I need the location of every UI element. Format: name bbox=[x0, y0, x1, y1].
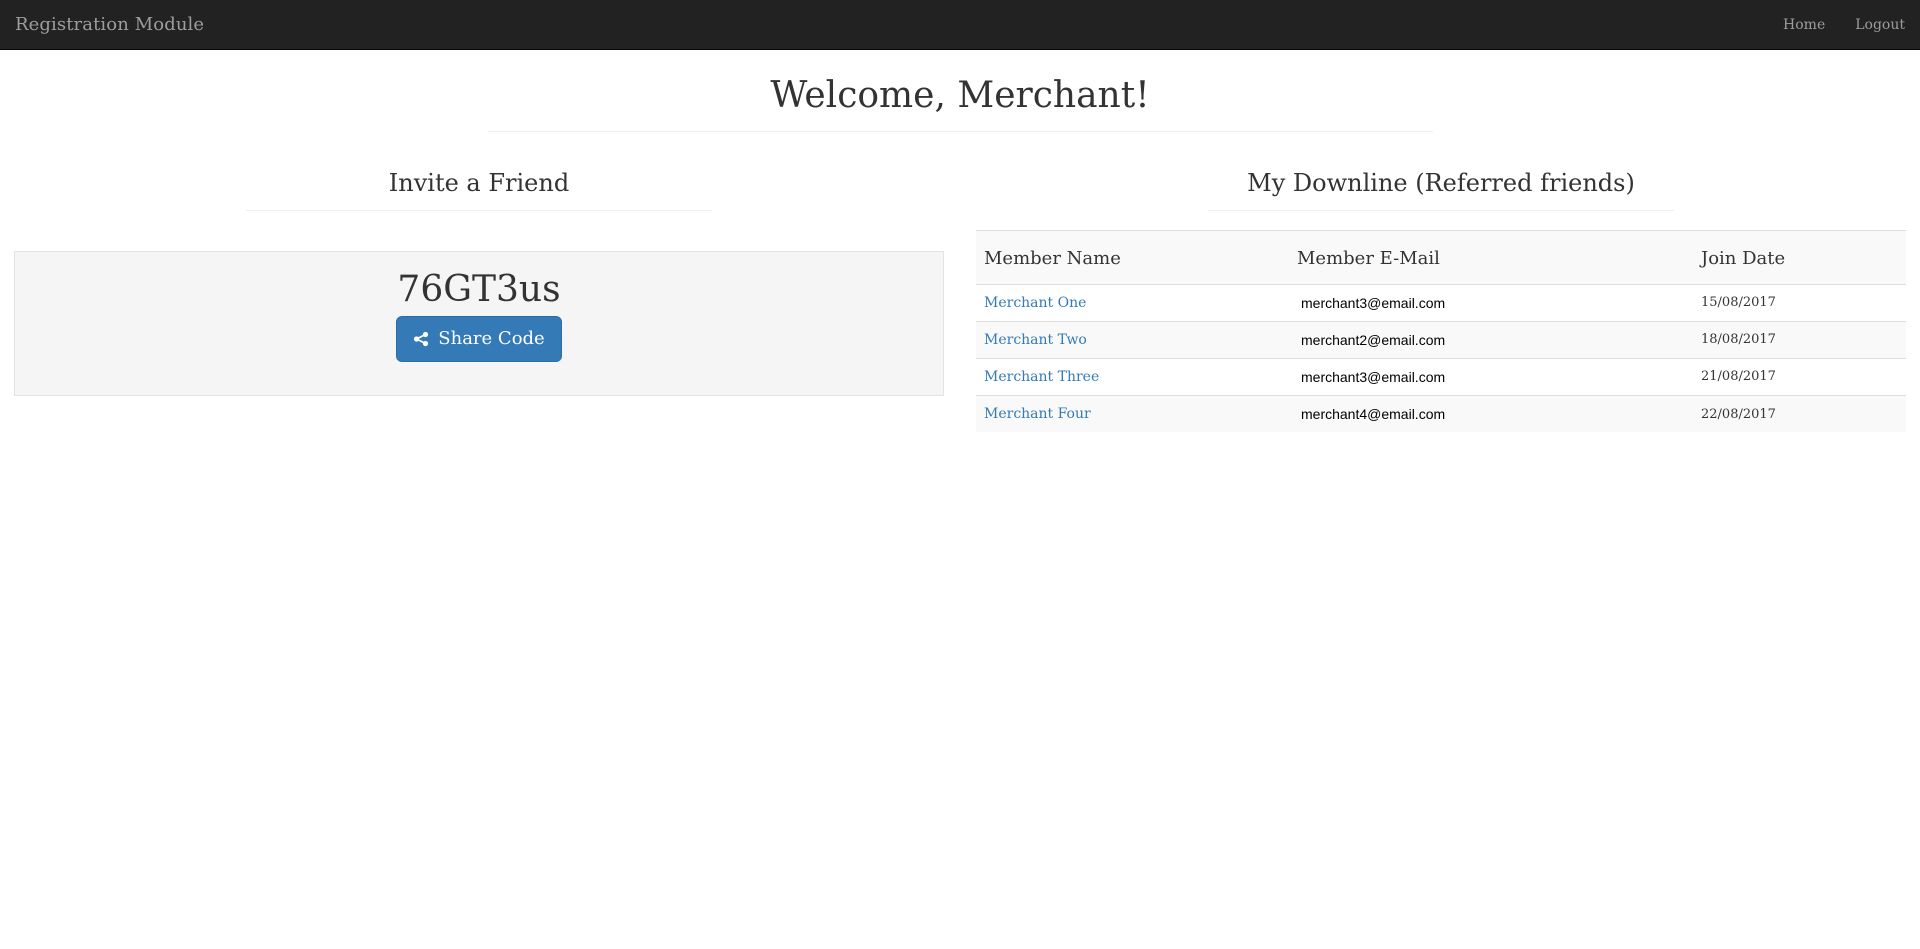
share-code-label: Share Code bbox=[438, 328, 545, 350]
member-email-cell: merchant2@email.com bbox=[1289, 320, 1693, 359]
column-header-join-date: Join Date bbox=[1693, 229, 1906, 285]
column-header-member-name: Member Name bbox=[976, 229, 1289, 285]
invite-code-panel: 76GT3us Share Code bbox=[14, 250, 944, 396]
content-row: Invite a Friend 76GT3us Share Code My Do… bbox=[0, 168, 1920, 433]
member-name-link[interactable]: Merchant Four bbox=[984, 406, 1091, 422]
top-navbar: Registration Module Home Logout bbox=[0, 0, 1920, 50]
nav-home-link[interactable]: Home bbox=[1768, 0, 1840, 49]
member-name-cell: Merchant One bbox=[976, 284, 1289, 322]
referral-code: 76GT3us bbox=[397, 268, 561, 310]
downline-title: My Downline (Referred friends) bbox=[1247, 168, 1635, 197]
column-header-member-email: Member E-Mail bbox=[1289, 229, 1693, 285]
member-name-link[interactable]: Merchant One bbox=[984, 295, 1086, 311]
downline-header-wrap: My Downline (Referred friends) bbox=[976, 168, 1906, 211]
nav-logout-link[interactable]: Logout bbox=[1840, 0, 1905, 49]
join-date-cell: 21/08/2017 bbox=[1693, 357, 1906, 396]
share-icon bbox=[413, 331, 429, 347]
member-email-cell: merchant3@email.com bbox=[1289, 357, 1693, 396]
table-header-row: Member Name Member E-Mail Join Date bbox=[976, 229, 1906, 285]
downline-column: My Downline (Referred friends) Member Na… bbox=[976, 168, 1906, 433]
join-date-cell: 22/08/2017 bbox=[1693, 394, 1906, 433]
table-row: Merchant Four merchant4@email.com 22/08/… bbox=[976, 394, 1906, 433]
page-title: Welcome, Merchant! bbox=[770, 75, 1150, 116]
downline-header: My Downline (Referred friends) bbox=[1208, 168, 1674, 211]
member-name-cell: Merchant Two bbox=[976, 320, 1289, 359]
join-date-cell: 18/08/2017 bbox=[1693, 320, 1906, 359]
invite-column: Invite a Friend 76GT3us Share Code bbox=[14, 168, 944, 433]
member-name-cell: Merchant Three bbox=[976, 357, 1289, 396]
table-row: Merchant Two merchant2@email.com 18/08/2… bbox=[976, 320, 1906, 359]
table-row: Merchant Three merchant3@email.com 21/08… bbox=[976, 357, 1906, 396]
page-header: Welcome, Merchant! bbox=[487, 50, 1433, 132]
member-name-link[interactable]: Merchant Three bbox=[984, 369, 1099, 385]
member-name-link[interactable]: Merchant Two bbox=[984, 332, 1087, 348]
invite-header: Invite a Friend bbox=[246, 168, 712, 211]
invite-header-wrap: Invite a Friend bbox=[14, 168, 944, 211]
page-header-wrap: Welcome, Merchant! bbox=[0, 50, 1920, 132]
downline-table: Member Name Member E-Mail Join Date Merc… bbox=[976, 229, 1906, 433]
nav-links: Home Logout bbox=[1768, 0, 1905, 49]
member-name-cell: Merchant Four bbox=[976, 394, 1289, 433]
invite-title: Invite a Friend bbox=[388, 168, 570, 197]
share-code-button[interactable]: Share Code bbox=[396, 315, 562, 362]
member-email-cell: merchant4@email.com bbox=[1289, 394, 1693, 433]
brand-title[interactable]: Registration Module bbox=[15, 14, 204, 35]
join-date-cell: 15/08/2017 bbox=[1693, 284, 1906, 322]
member-email-cell: merchant3@email.com bbox=[1289, 284, 1693, 322]
table-row: Merchant One merchant3@email.com 15/08/2… bbox=[976, 284, 1906, 322]
